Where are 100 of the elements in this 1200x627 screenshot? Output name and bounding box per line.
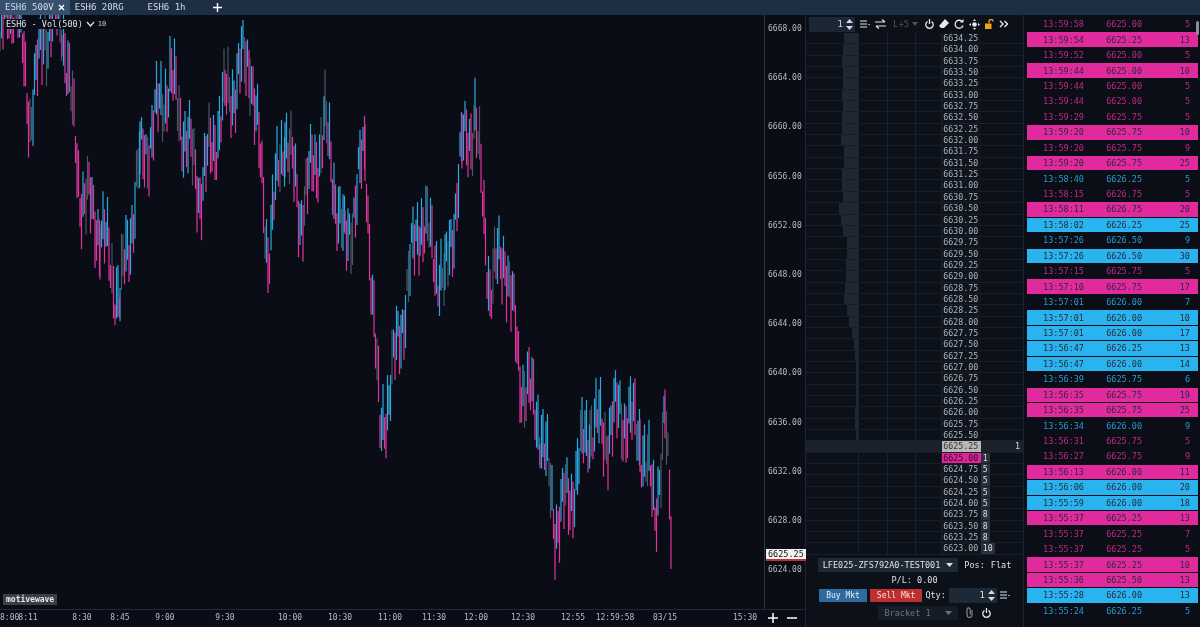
trade-price: 6625.75 bbox=[1105, 451, 1142, 462]
price-axis-label: 6660.00 bbox=[768, 122, 802, 132]
price-axis-label: 6648.00 bbox=[768, 270, 802, 279]
trade-time: 13:59:20 bbox=[1042, 127, 1084, 138]
trade-size: 14 bbox=[1178, 358, 1191, 369]
trade-time: 13:58:40 bbox=[1042, 173, 1084, 184]
time-axis-label: 8:11 bbox=[18, 613, 38, 622]
trade-price: 6625.25 bbox=[1105, 513, 1142, 524]
chevron-down-icon[interactable] bbox=[85, 21, 95, 27]
eraser-icon[interactable] bbox=[939, 19, 950, 29]
trade-price: 6625.00 bbox=[1105, 96, 1142, 107]
trade-price: 6625.75 bbox=[1105, 111, 1142, 122]
add-tab-icon[interactable] bbox=[212, 3, 222, 12]
price-cell: 6632.50 bbox=[942, 112, 981, 123]
trade-size: 20 bbox=[1178, 204, 1191, 215]
trade-price: 6625.75 bbox=[1105, 142, 1142, 153]
list-menu-icon[interactable] bbox=[999, 591, 1010, 600]
bid-size: 8 bbox=[980, 509, 990, 520]
trade-size: 5 bbox=[1183, 266, 1191, 277]
price-cell: 6624.50 bbox=[942, 475, 981, 486]
trade-time: 13:56:13 bbox=[1042, 466, 1084, 477]
close-icon[interactable] bbox=[57, 4, 65, 11]
price-axis-label: 6640.00 bbox=[768, 368, 802, 378]
price-cell: 6626.25 bbox=[942, 396, 981, 407]
time-axis-label: 8:00 bbox=[0, 613, 20, 622]
price-axis-label: 6644.00 bbox=[768, 319, 802, 329]
chart-tab[interactable]: ESH6 20RG bbox=[69, 0, 129, 15]
swap-arrows-icon[interactable] bbox=[875, 19, 886, 29]
price-cell: 6625.50 bbox=[942, 430, 981, 441]
bid-size: 8 bbox=[980, 520, 990, 532]
time-axis-label: 12:00 bbox=[463, 613, 489, 622]
chart-tab[interactable]: ESH6 500V bbox=[0, 0, 70, 15]
price-cell: 6624.00 bbox=[942, 498, 981, 509]
order-quantity-spinner[interactable]: 1 bbox=[948, 587, 997, 603]
account-dropdown[interactable]: LFE025-ZFS792A0-TEST001 bbox=[817, 557, 959, 572]
quantity-spinner[interactable]: 1 bbox=[809, 16, 855, 32]
price-cell: 6625.75 bbox=[942, 418, 981, 430]
time-axis-label: 9:00 bbox=[155, 613, 175, 622]
price-cell: 6626.00 bbox=[942, 407, 981, 418]
time-axis-label: 03/15 bbox=[652, 613, 678, 622]
trade-price: 6626.25 bbox=[1105, 219, 1142, 230]
power-icon[interactable] bbox=[925, 19, 935, 29]
double-chevron-icon[interactable] bbox=[999, 20, 1010, 28]
price-cell: 6623.75 bbox=[942, 509, 981, 520]
trade-time: 13:57:10 bbox=[1042, 281, 1084, 292]
price-cell: 6627.00 bbox=[942, 361, 981, 373]
trade-time: 13:57:26 bbox=[1042, 235, 1084, 246]
time-axis-label: 8:30 bbox=[72, 613, 92, 622]
trade-size: 25 bbox=[1178, 219, 1191, 230]
trade-time: 13:56:34 bbox=[1042, 420, 1084, 431]
trade-time: 13:57:01 bbox=[1042, 327, 1084, 338]
trade-size: 10 bbox=[1178, 127, 1191, 138]
caret-icon bbox=[912, 22, 919, 26]
caret-icon bbox=[944, 610, 952, 615]
trade-size: 13 bbox=[1178, 574, 1191, 585]
trade-price: 6625.75 bbox=[1105, 389, 1142, 400]
price-cell: 6627.50 bbox=[942, 339, 981, 350]
trade-price: 6625.75 bbox=[1105, 281, 1142, 292]
trade-size: 25 bbox=[1178, 158, 1191, 169]
time-axis-label: 12:30 bbox=[510, 613, 536, 622]
buy-market-button[interactable]: Buy Mkt bbox=[819, 588, 867, 602]
trade-price: 6625.75 bbox=[1105, 436, 1142, 447]
sell-market-button[interactable]: Sell Mkt bbox=[869, 588, 923, 602]
trade-size: 5 bbox=[1183, 173, 1191, 184]
trade-size: 7 bbox=[1183, 297, 1191, 308]
price-cell: 6627.75 bbox=[942, 327, 981, 339]
power-icon[interactable] bbox=[981, 607, 991, 618]
price-cell: 6632.75 bbox=[942, 101, 981, 112]
trade-size: 5 bbox=[1183, 80, 1191, 91]
refresh-icon[interactable] bbox=[954, 19, 965, 29]
unlocked-icon[interactable] bbox=[985, 19, 995, 29]
trade-time: 13:56:06 bbox=[1042, 482, 1084, 493]
trade-size: 5 bbox=[1183, 50, 1191, 61]
trade-size: 5 bbox=[1183, 436, 1191, 447]
trade-price: 6625.75 bbox=[1105, 374, 1142, 385]
bid-size: 8 bbox=[980, 532, 990, 543]
trade-size: 9 bbox=[1183, 420, 1191, 431]
price-axis-label: 6664.00 bbox=[768, 73, 802, 83]
price-cell: 6634.00 bbox=[942, 44, 981, 55]
bracket-dropdown[interactable]: Bracket 1 bbox=[878, 605, 958, 620]
chart-title: ESH6 - Vol(500) bbox=[6, 19, 83, 29]
time-axis-label: 11:00 bbox=[377, 613, 403, 622]
move-icon[interactable] bbox=[969, 18, 981, 30]
trade-size: 25 bbox=[1178, 405, 1191, 416]
trade-price: 6626.25 bbox=[1105, 343, 1142, 354]
trade-time: 13:56:47 bbox=[1042, 343, 1084, 354]
trade-size: 13 bbox=[1178, 34, 1191, 45]
trade-time: 13:59:54 bbox=[1042, 34, 1084, 45]
trade-time: 13:57:26 bbox=[1042, 250, 1084, 261]
trade-price: 6626.00 bbox=[1105, 497, 1142, 508]
price-cell: 6628.00 bbox=[942, 316, 981, 327]
trade-price: 6625.75 bbox=[1105, 158, 1142, 169]
price-cell: 6630.25 bbox=[942, 214, 981, 225]
chart-tab[interactable]: ESH6 1h bbox=[142, 0, 191, 15]
paperclip-icon[interactable] bbox=[965, 607, 974, 619]
list-menu-icon[interactable] bbox=[860, 20, 870, 28]
zoom-in-icon[interactable] bbox=[768, 613, 778, 623]
trade-price: 6626.50 bbox=[1105, 250, 1142, 261]
trade-time: 13:57:01 bbox=[1042, 312, 1084, 323]
time-axis-label: 9:30 bbox=[215, 613, 235, 622]
